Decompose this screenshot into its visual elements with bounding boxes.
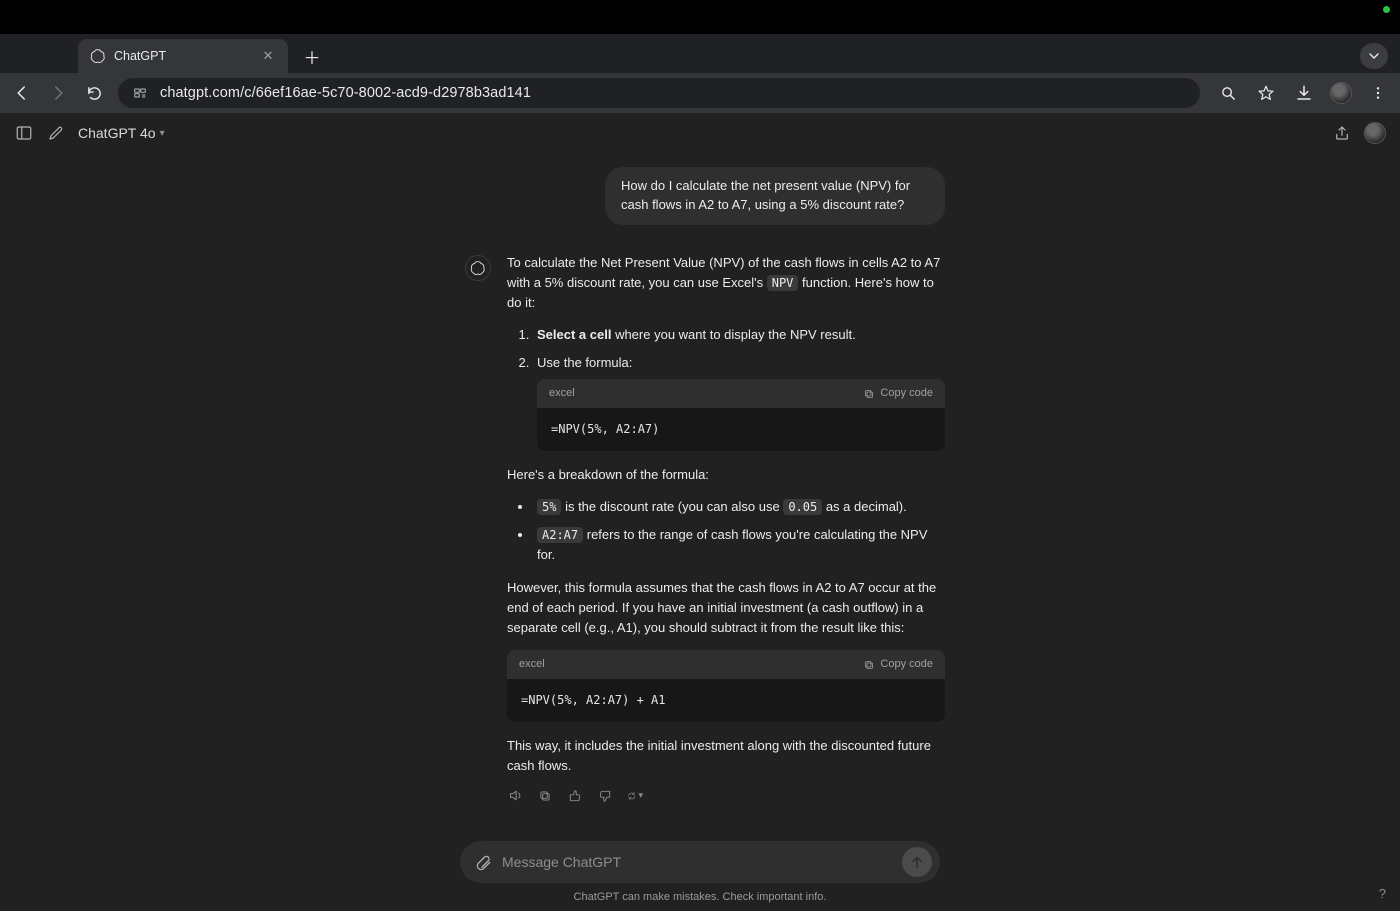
close-tab-icon[interactable]: ✕ — [260, 48, 276, 64]
user-message-text: How do I calculate the net present value… — [621, 178, 910, 212]
code-lang-2: excel — [519, 656, 545, 673]
code-header-2: excel Copy code — [507, 650, 945, 679]
code-body-2: =NPV(5%, A2:A7) + A1 — [507, 679, 945, 722]
browser-menu-icon[interactable] — [1366, 81, 1390, 105]
steps-list: Select a cell where you want to display … — [527, 325, 945, 451]
code-header: excel Copy code — [537, 379, 945, 408]
step-2: Use the formula: excel Copy code =NPV(5%… — [533, 353, 945, 451]
share-icon[interactable] — [1332, 123, 1352, 143]
tab-title: ChatGPT — [114, 49, 252, 63]
new-tab-button[interactable]: ＋ — [298, 42, 326, 70]
site-info-icon[interactable] — [130, 83, 150, 103]
model-selector[interactable]: ChatGPT 4o ▾ — [78, 125, 165, 141]
thumbs-down-icon[interactable] — [597, 788, 613, 804]
send-button[interactable] — [902, 847, 932, 877]
user-message-bubble: How do I calculate the net present value… — [605, 167, 945, 225]
thumbs-up-icon[interactable] — [567, 788, 583, 804]
breakdown-item-1: 5% is the discount rate (you can also us… — [533, 497, 945, 517]
message-actions: ▾ — [507, 788, 945, 804]
regenerate-icon[interactable]: ▾ — [627, 788, 643, 804]
attach-icon[interactable] — [474, 853, 492, 871]
assistant-message: To calculate the Net Present Value (NPV)… — [465, 253, 945, 804]
forward-button[interactable] — [46, 81, 70, 105]
composer-area: ChatGPT can make mistakes. Check importa… — [0, 841, 1400, 911]
bookmark-icon[interactable] — [1254, 81, 1278, 105]
closing-para: This way, it includes the initial invest… — [507, 736, 945, 776]
however-para: However, this formula assumes that the c… — [507, 578, 945, 638]
breakdown-intro: Here's a breakdown of the formula: — [507, 465, 945, 485]
browser-toolbar: chatgpt.com/c/66ef16ae-5c70-8002-acd9-d2… — [0, 73, 1400, 113]
conversation-thread: How do I calculate the net present value… — [465, 153, 945, 804]
user-message-row: How do I calculate the net present value… — [465, 167, 945, 225]
new-chat-icon[interactable] — [46, 123, 66, 143]
help-button[interactable]: ? — [1379, 886, 1386, 901]
model-name: ChatGPT 4o — [78, 125, 156, 141]
address-bar[interactable]: chatgpt.com/c/66ef16ae-5c70-8002-acd9-d2… — [118, 78, 1200, 108]
message-input[interactable] — [502, 854, 892, 870]
code-block-1: excel Copy code =NPV(5%, A2:A7) — [537, 379, 945, 451]
regenerate-chevron-icon: ▾ — [638, 789, 643, 803]
chatgpt-favicon — [90, 48, 106, 64]
inline-code-005: 0.05 — [783, 499, 822, 515]
inline-code-5pct: 5% — [537, 499, 561, 515]
sidebar-toggle-icon[interactable] — [14, 123, 34, 143]
copy-message-icon[interactable] — [537, 788, 553, 804]
breakdown-list: 5% is the discount rate (you can also us… — [527, 497, 945, 565]
assistant-intro: To calculate the Net Present Value (NPV)… — [507, 253, 945, 313]
copy-code-button-2[interactable]: Copy code — [863, 656, 933, 673]
read-aloud-icon[interactable] — [507, 788, 523, 804]
chatgpt-header: ChatGPT 4o ▾ — [0, 113, 1400, 153]
code-block-2: excel Copy code =NPV(5%, A2:A7) + A1 — [507, 650, 945, 722]
inline-code-range: A2:A7 — [537, 527, 583, 543]
back-button[interactable] — [10, 81, 34, 105]
tab-overflow-button[interactable] — [1360, 43, 1388, 69]
copy-code-button[interactable]: Copy code — [863, 385, 933, 402]
profile-avatar-browser[interactable] — [1330, 82, 1352, 104]
browser-tabstrip: ChatGPT ✕ ＋ — [0, 34, 1400, 73]
chat-page: How do I calculate the net present value… — [0, 153, 1400, 911]
search-icon[interactable] — [1216, 81, 1240, 105]
inline-code-npv: NPV — [767, 275, 799, 291]
code-body: =NPV(5%, A2:A7) — [537, 408, 945, 451]
disclaimer-text: ChatGPT can make mistakes. Check importa… — [574, 891, 827, 903]
step-1: Select a cell where you want to display … — [533, 325, 945, 345]
chevron-down-icon: ▾ — [160, 128, 165, 139]
reload-button[interactable] — [82, 81, 106, 105]
browser-tab-active[interactable]: ChatGPT ✕ — [78, 39, 288, 73]
message-composer[interactable] — [460, 841, 940, 883]
code-lang: excel — [549, 385, 575, 402]
breakdown-item-2: A2:A7 refers to the range of cash flows … — [533, 525, 945, 565]
profile-avatar-app[interactable] — [1364, 122, 1386, 144]
url-text: chatgpt.com/c/66ef16ae-5c70-8002-acd9-d2… — [160, 85, 531, 101]
assistant-body: To calculate the Net Present Value (NPV)… — [507, 253, 945, 804]
downloads-icon[interactable] — [1292, 81, 1316, 105]
traffic-light-green — [1383, 6, 1390, 13]
window-controls — [1383, 6, 1390, 13]
assistant-avatar — [465, 255, 491, 281]
